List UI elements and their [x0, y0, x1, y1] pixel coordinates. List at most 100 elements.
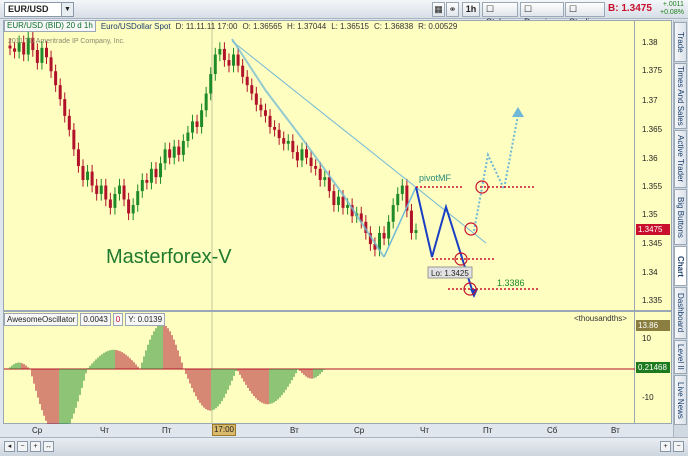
- studies-button[interactable]: ☐ Studies: [565, 2, 605, 27]
- tab-trade[interactable]: Trade: [674, 22, 687, 62]
- drawings-button[interactable]: ☐ Drawings: [520, 2, 564, 27]
- panel-divider[interactable]: [3, 310, 672, 312]
- price-tick: 1.345: [642, 239, 663, 248]
- fit-icon[interactable]: ↔: [43, 441, 54, 452]
- candle-body: [145, 179, 149, 183]
- time-tick: Чт: [420, 426, 429, 435]
- candle-body: [305, 149, 309, 158]
- time-tick: Сб: [547, 426, 558, 435]
- candle-body: [282, 138, 286, 144]
- candle-body: [95, 185, 99, 194]
- candle-body: [209, 74, 213, 94]
- candle-body: [172, 146, 176, 158]
- candle-body: [336, 196, 340, 206]
- candle-body: [286, 140, 290, 144]
- candle-body: [391, 205, 395, 222]
- low-label: Lo: 1.3425: [431, 269, 469, 278]
- candle-body: [49, 57, 53, 72]
- oscillator-y-readout: Y: 0.0139: [125, 313, 166, 326]
- zoom-out-icon[interactable]: −: [17, 441, 28, 452]
- candle-body: [86, 171, 90, 180]
- candle-body: [63, 99, 67, 116]
- link-icon[interactable]: ⚭: [446, 2, 459, 17]
- candle-body: [232, 54, 236, 66]
- candle-body: [177, 146, 181, 155]
- candle-body: [396, 193, 400, 206]
- candle-body: [341, 196, 345, 208]
- style-button[interactable]: ☐ Style: [482, 2, 518, 27]
- candle-body: [323, 177, 327, 180]
- candle-body: [227, 60, 231, 66]
- oscillator-name[interactable]: AwesomeOscillator: [4, 313, 79, 326]
- candle-body: [263, 110, 267, 116]
- bottom-toolbar: [0, 437, 688, 456]
- tab-active-trader[interactable]: Active Trader: [674, 130, 687, 188]
- candle-body: [81, 166, 85, 180]
- time-tick: Вт: [290, 426, 299, 435]
- candle-body: [122, 185, 126, 200]
- candle-body: [35, 50, 39, 63]
- candle-body: [346, 205, 350, 208]
- period-button[interactable]: 1h: [462, 2, 480, 17]
- price-tick: 1.38: [642, 38, 658, 47]
- copyright-text: 2011 TD Ameritrade IP Company, Inc.: [8, 38, 125, 45]
- candle-body: [204, 93, 208, 111]
- bar-close: C: 1.36838: [374, 21, 414, 31]
- candle-body: [181, 140, 185, 155]
- scroll-left-icon[interactable]: ◂: [4, 441, 15, 452]
- candle-body: [236, 54, 240, 66]
- symbol-description[interactable]: EUR/USD (BID) 20 d 1h: [4, 20, 96, 32]
- forecast-arrowhead: [512, 107, 524, 117]
- add-panel-icon[interactable]: +: [660, 441, 671, 452]
- candle-body: [13, 48, 17, 52]
- quote-change-pct: +0.08%: [660, 9, 684, 16]
- tab-chart[interactable]: Chart: [674, 246, 687, 286]
- candle-body: [409, 210, 413, 233]
- oscillator-tick: -10: [642, 393, 654, 402]
- candle-body: [295, 152, 299, 161]
- candle-body: [190, 121, 194, 133]
- candle-body: [140, 179, 144, 192]
- price-tick: 1.355: [642, 182, 663, 191]
- target-label: 1.3386: [497, 278, 525, 288]
- price-chart-panel[interactable]: pivotMF Lo: 1.3425 1.3386: [3, 20, 636, 425]
- candle-body: [40, 47, 44, 63]
- tab-live-news[interactable]: Live News: [674, 375, 687, 425]
- zoom-in-icon[interactable]: +: [30, 441, 41, 452]
- price-tick: 1.35: [642, 210, 658, 219]
- oscillator-header: AwesomeOscillator 0.0043 0 Y: 0.0139: [4, 313, 166, 326]
- candle-body: [314, 166, 318, 169]
- price-tick: 1.37: [642, 96, 658, 105]
- candle-body: [72, 129, 76, 150]
- candle-body: [67, 115, 71, 130]
- candle-body: [259, 104, 263, 111]
- time-tick: Вт: [611, 426, 620, 435]
- tab-big-buttons[interactable]: Big Buttons: [674, 189, 687, 245]
- pattern-line: [415, 186, 475, 297]
- tab-dashboard[interactable]: Dashboard: [674, 287, 687, 339]
- candle-body: [400, 185, 404, 194]
- bar-low: L: 1.36515: [331, 21, 369, 31]
- candle-body: [213, 54, 217, 75]
- time-tick: Ср: [354, 426, 365, 435]
- price-chart-canvas[interactable]: pivotMF Lo: 1.3425 1.3386: [4, 21, 636, 425]
- candle-body: [149, 168, 153, 183]
- remove-panel-icon[interactable]: −: [673, 441, 684, 452]
- oscillator-units: <thousandths>: [574, 314, 627, 323]
- candle-body: [154, 168, 158, 178]
- price-tick: 1.34: [642, 268, 658, 277]
- oscillator-max-marker: 13.86: [636, 320, 670, 331]
- candle-body: [332, 191, 336, 206]
- oscillator-value-marker: 0.21468: [636, 362, 670, 373]
- candle-body: [131, 205, 135, 214]
- price-tick: 1.375: [642, 66, 663, 75]
- grid-icon[interactable]: ▦: [432, 2, 445, 17]
- tab-level-ii[interactable]: Level II: [674, 340, 687, 374]
- symbol-input[interactable]: EUR/USD: [4, 2, 62, 17]
- studies-icon: ☐: [569, 4, 578, 14]
- candle-body: [58, 85, 62, 100]
- symbol-dropdown-icon[interactable]: ▼: [62, 2, 74, 17]
- time-tick: Пт: [162, 426, 172, 435]
- tab-times-and-sales[interactable]: Times And Sales: [674, 63, 687, 129]
- level-circle-marker: [464, 222, 478, 236]
